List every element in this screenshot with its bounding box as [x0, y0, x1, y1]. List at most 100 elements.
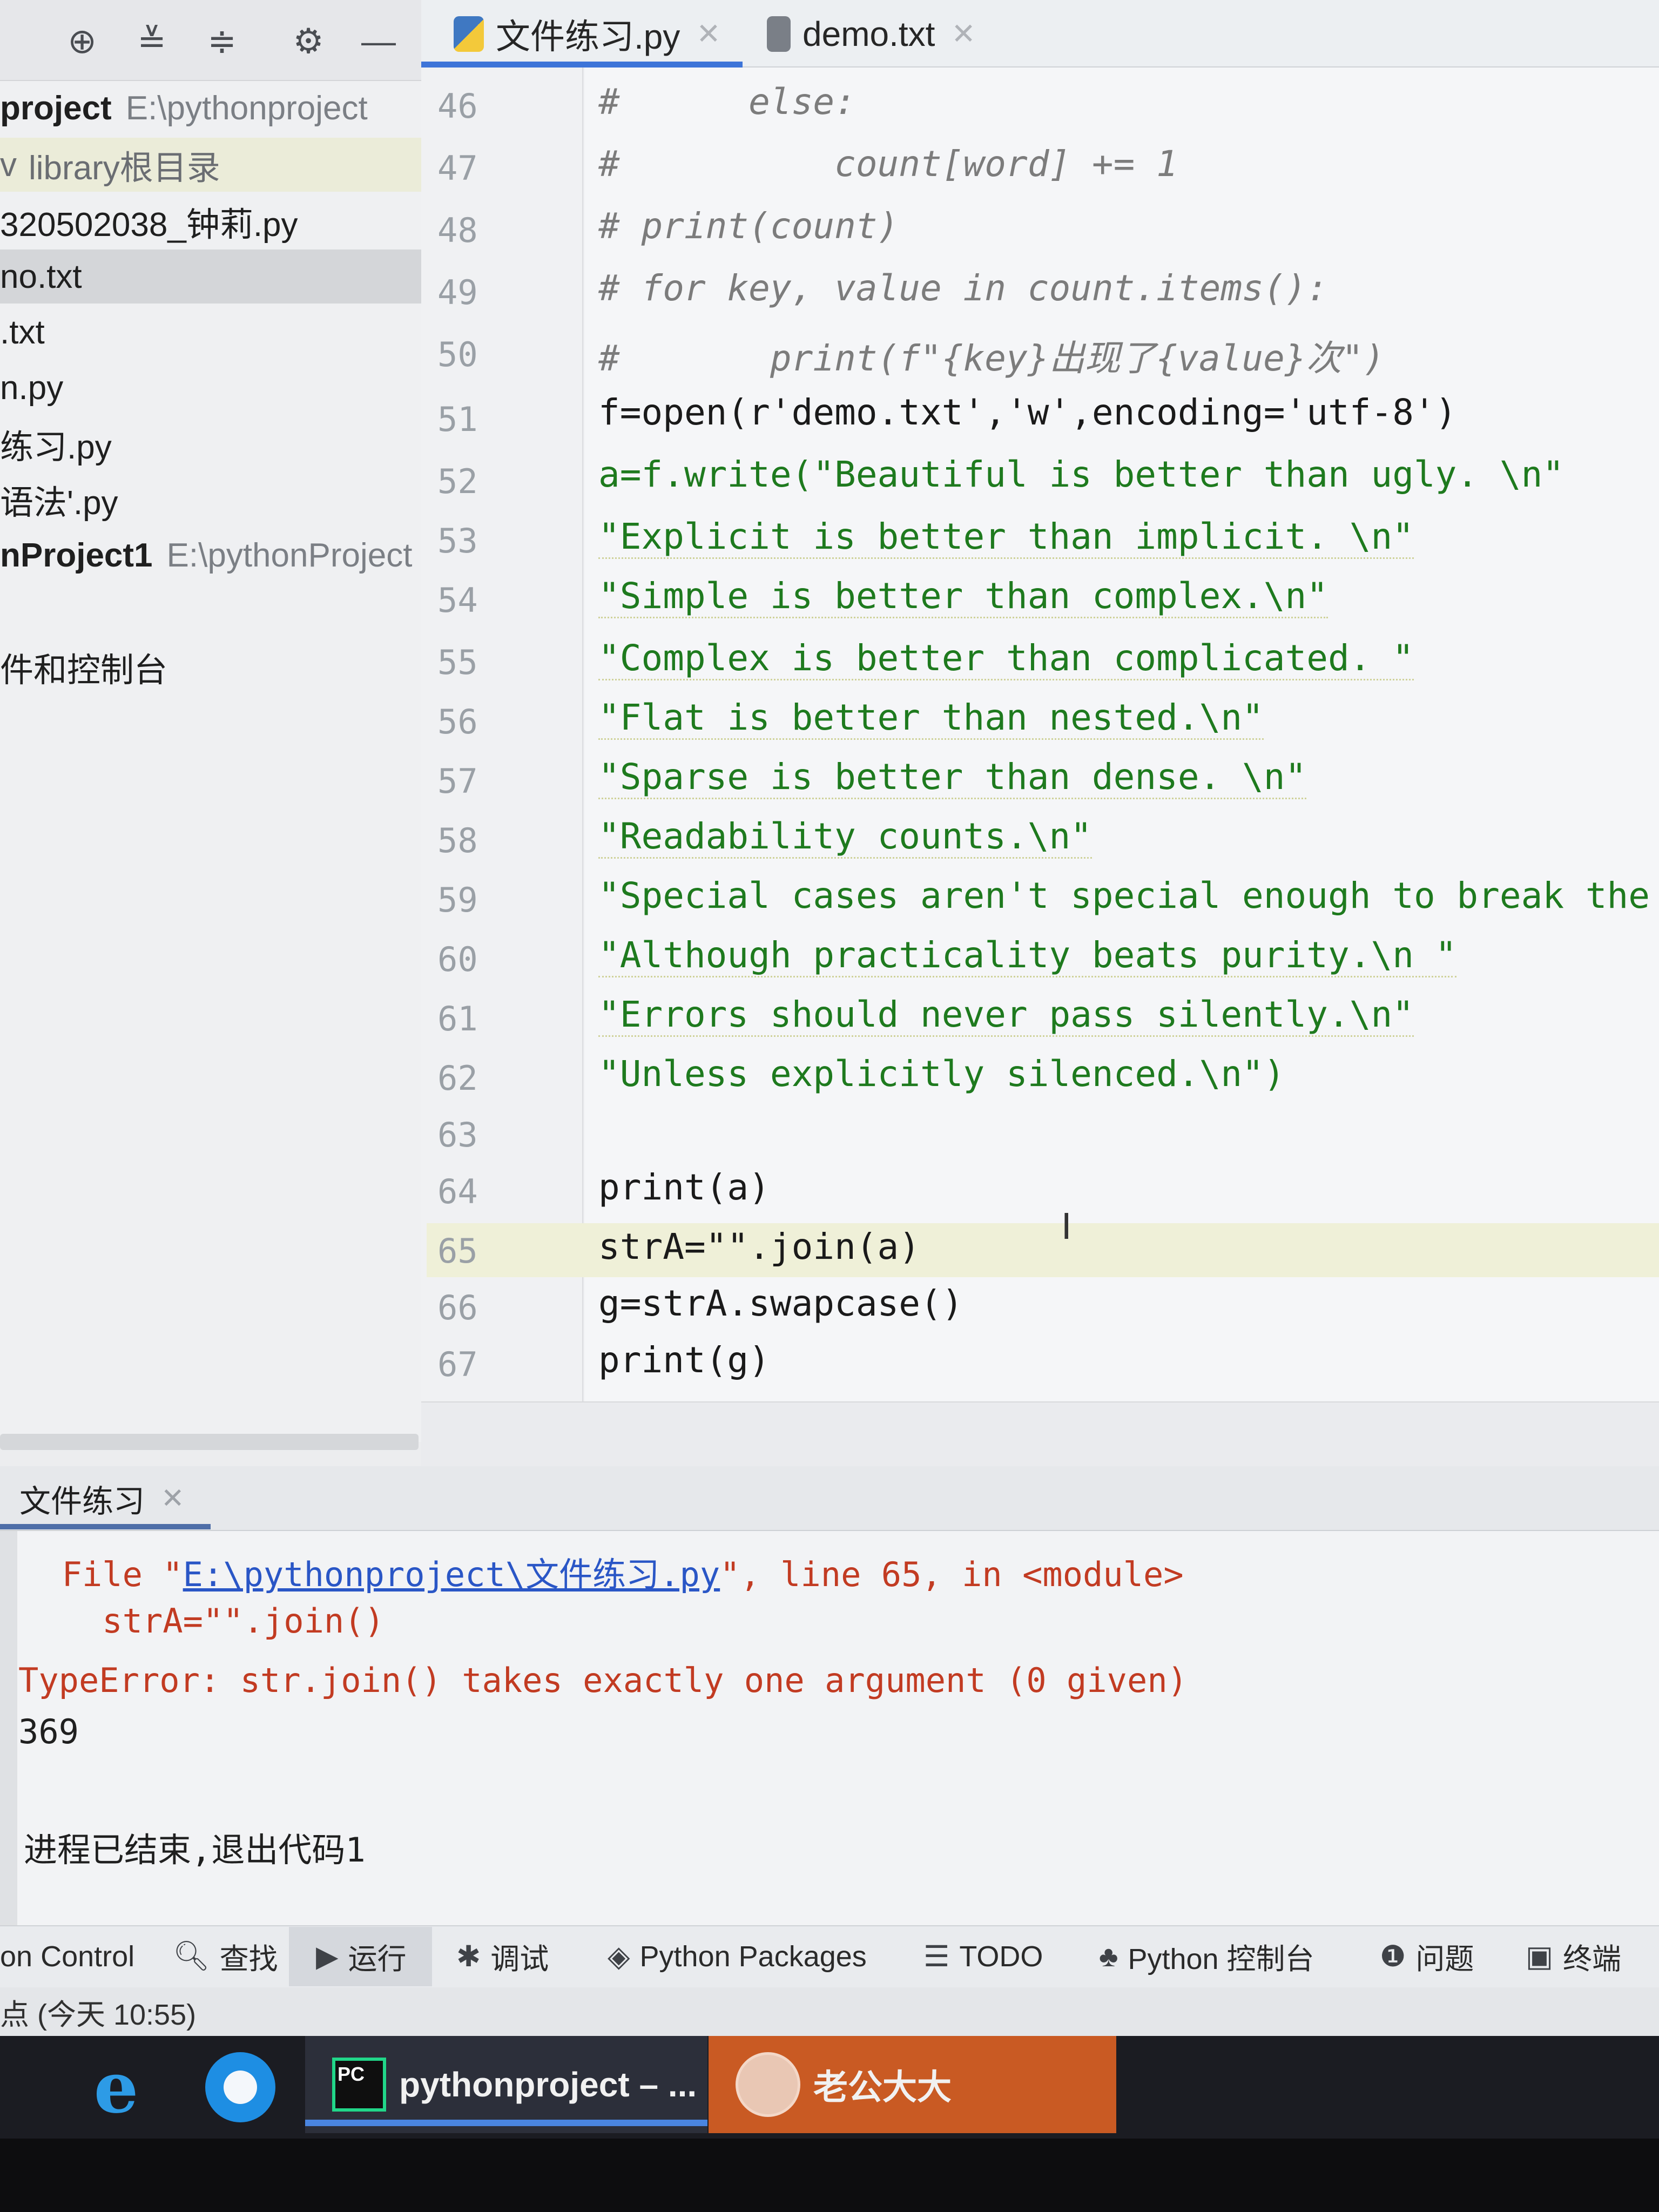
tree-item-label: 语法'.py — [0, 484, 118, 522]
line-number: 56 — [437, 702, 478, 741]
tree-item-label: 件和控制台 — [0, 652, 168, 689]
line-number: 51 — [437, 400, 478, 439]
tree-item-label: nProject1 — [0, 536, 153, 574]
traceback-suffix: ", line 65, in <module> — [720, 1555, 1184, 1594]
tool-run[interactable]: ▶ 运行 — [316, 1925, 407, 1987]
taskbar-chat-button[interactable]: 老公大大 — [709, 2036, 1116, 2133]
line-number: 50 — [437, 335, 478, 374]
tree-horizontal-scrollbar[interactable] — [0, 1434, 419, 1450]
console-gutter — [0, 1531, 17, 1925]
tree-item-library-root[interactable]: v library根目录 — [0, 138, 421, 192]
crosshair-icon[interactable]: ⊕ — [63, 22, 102, 60]
collapse-all-icon[interactable]: ≑ — [203, 22, 241, 60]
tool-todo[interactable]: ☰ TODO — [923, 1925, 1043, 1987]
tree-item-scratches[interactable]: 件和控制台 — [0, 640, 421, 694]
tab-label: 文件练习.py — [496, 17, 680, 56]
traceback-prefix: File " — [22, 1555, 183, 1594]
packages-icon: ◈ — [608, 1940, 630, 1973]
tree-item-project-1[interactable]: nProject1 E:\pythonProject — [0, 528, 421, 582]
line-number: 63 — [437, 1115, 478, 1155]
taskbar-pycharm-button[interactable]: PC pythonproject – ... — [305, 2036, 707, 2133]
code-line: # for key, value in count.items(): — [598, 267, 1328, 309]
tool-label: 终端 — [1563, 1943, 1622, 1975]
tree-item-label: .txt — [0, 313, 45, 351]
tree-item-file[interactable]: 语法'.py — [0, 473, 421, 527]
gear-icon[interactable]: ⚙ — [289, 22, 328, 60]
tree-item-file[interactable]: .txt — [0, 305, 421, 359]
tree-item-label: project — [0, 89, 112, 127]
status-text: 点 (今天 10:55) — [0, 1998, 197, 2031]
tree-item-file-selected[interactable]: no.txt — [0, 249, 421, 304]
tree-item-file[interactable]: 320502038_钟莉.py — [0, 194, 421, 248]
close-icon[interactable]: ✕ — [161, 1482, 185, 1515]
code-line: "Sparse is better than dense. \n" — [598, 756, 1307, 799]
line-number: 62 — [437, 1058, 478, 1098]
run-tab[interactable]: 文件练习 ✕ — [0, 1466, 211, 1531]
text-cursor-icon: I — [1061, 1204, 1071, 1247]
tree-item-file[interactable]: 练习.py — [0, 417, 421, 471]
code-line-current: strA="".join(a) — [598, 1226, 921, 1267]
tab-demo-txt[interactable]: demo.txt ✕ — [767, 0, 976, 68]
run-icon: ▶ — [316, 1940, 339, 1973]
tool-problems[interactable]: ❶ 问题 — [1380, 1925, 1474, 1987]
line-number: 47 — [437, 149, 478, 188]
console-output: 369 — [18, 1712, 79, 1751]
taskbar-label: pythonproject – ... — [399, 2065, 697, 2104]
code-line: "Flat is better than nested.\n" — [598, 697, 1264, 740]
tool-label: 调试 — [490, 1943, 549, 1975]
line-number: 52 — [437, 462, 478, 501]
traceback-file-link[interactable]: E:\pythonproject\文件练习.py — [183, 1555, 720, 1594]
line-number: 65 — [437, 1231, 478, 1271]
line-number: 46 — [437, 86, 478, 126]
code-line: print(a) — [598, 1166, 770, 1208]
tree-item-label: n.py — [0, 369, 64, 407]
list-icon: ☰ — [923, 1940, 950, 1973]
tool-python-console[interactable]: ♣ Python 控制台 — [1099, 1925, 1314, 1987]
browser-icon[interactable] — [205, 2052, 275, 2122]
tool-debug[interactable]: ✱ 调试 — [456, 1925, 549, 1987]
line-number: 61 — [437, 999, 478, 1038]
tree-item-project[interactable]: project E:\pythonproject — [0, 81, 421, 135]
pycharm-icon: PC — [332, 2058, 386, 2112]
code-line: # print(f"{key}出现了{value}次") — [598, 338, 1385, 379]
code-line: f=open(r'demo.txt','w',encoding='utf-8') — [598, 392, 1457, 433]
project-toolbar: ⊕ ≚ ≑ ⚙ — — [0, 0, 421, 81]
line-number: 60 — [437, 940, 478, 979]
tool-label: 查找 — [219, 1943, 278, 1975]
tool-find[interactable]: 🔍︎ 查找 — [173, 1925, 278, 1987]
search-icon: 🔍︎ — [173, 1940, 210, 1972]
tree-item-path: E:\pythonproject — [125, 89, 368, 127]
run-panel-header — [0, 1466, 1659, 1531]
code-line: "Errors should never pass silently.\n" — [598, 994, 1414, 1037]
tool-label: Python 控制台 — [1128, 1943, 1314, 1975]
line-number: 67 — [437, 1345, 478, 1384]
python-file-icon — [454, 16, 484, 52]
internet-explorer-icon[interactable]: e — [81, 2046, 151, 2129]
tool-python-packages[interactable]: ◈ Python Packages — [608, 1925, 867, 1987]
code-line: "Complex is better than complicated. " — [598, 637, 1414, 680]
code-line: "Simple is better than complex.\n" — [598, 575, 1328, 618]
line-number: 64 — [437, 1172, 478, 1211]
exit-message: 进程已结束,退出代码1 — [24, 1830, 366, 1870]
tool-terminal[interactable]: ▣ 终端 — [1526, 1925, 1621, 1987]
code-line: # print(count) — [598, 205, 899, 247]
tab-label: demo.txt — [802, 14, 935, 53]
editor-bottom-area — [421, 1401, 1659, 1466]
code-line: "Unless explicitly silenced.\n") — [598, 1053, 1285, 1095]
code-line: "Explicit is better than implicit. \n" — [598, 516, 1414, 559]
tool-label: TODO — [959, 1940, 1043, 1973]
error-message: TypeError: str.join() takes exactly one … — [18, 1661, 1188, 1700]
code-line: a=f.write("Beautiful is better than ugly… — [598, 454, 1564, 495]
python-icon: ♣ — [1099, 1940, 1118, 1973]
editor-tab-bar: 文件练习.py ✕ demo.txt ✕ — [421, 0, 1659, 68]
code-line: "Special cases aren't special enough to … — [598, 875, 1650, 916]
minimize-icon[interactable]: — — [359, 22, 398, 60]
tab-file-practice[interactable]: 文件练习.py ✕ — [454, 0, 721, 68]
close-icon[interactable]: ✕ — [951, 17, 975, 51]
tree-item-file[interactable]: n.py — [0, 361, 421, 415]
line-number: 66 — [437, 1288, 478, 1327]
tool-version-control[interactable]: on Control — [0, 1925, 134, 1987]
close-icon[interactable]: ✕ — [696, 17, 720, 51]
tree-item-prefix: v — [0, 146, 17, 184]
expand-all-icon[interactable]: ≚ — [132, 22, 171, 60]
